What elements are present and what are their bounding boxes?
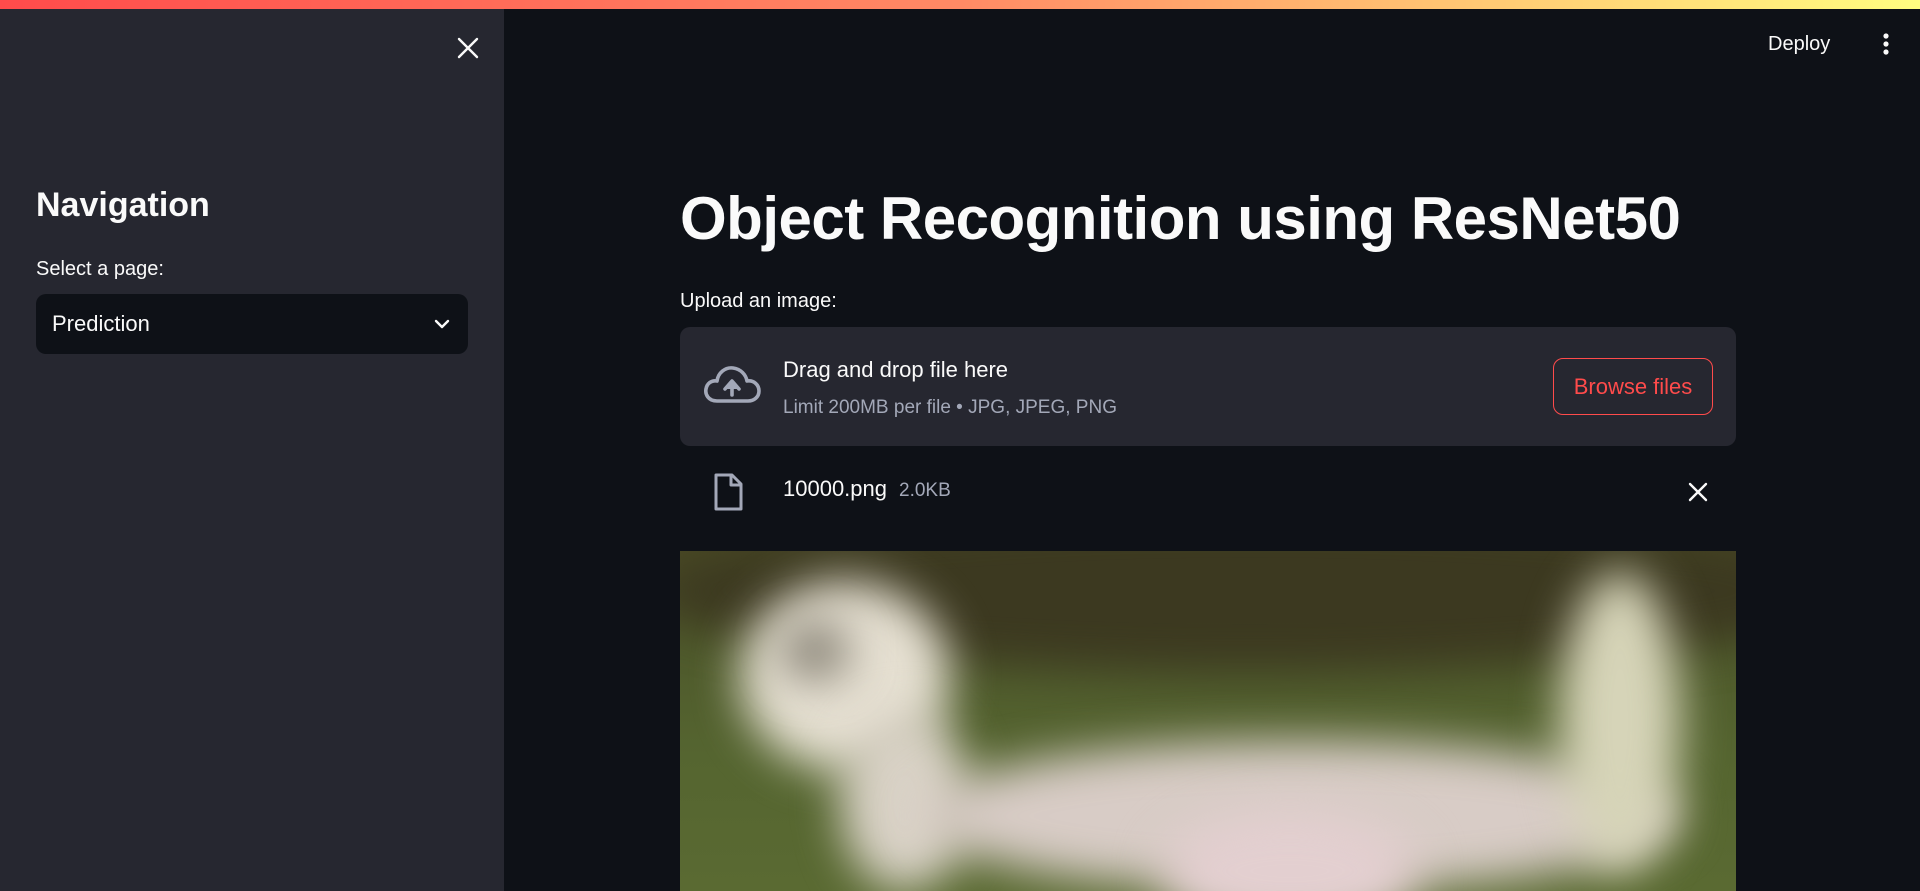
upload-label: Upload an image: [680,290,837,312]
more-vertical-icon [1883,33,1889,55]
uploaded-image-preview [680,551,1736,891]
page-title: Object Recognition using ResNet50 [680,185,1681,252]
remove-file-button[interactable] [1682,476,1714,508]
page-select[interactable]: Prediction [36,294,468,354]
dropzone-limits: Limit 200MB per file • JPG, JPEG, PNG [783,397,1117,418]
page-select-value: Prediction [52,311,150,336]
file-icon [714,473,743,511]
file-name: 10000.png [783,476,887,501]
dropzone-title: Drag and drop file here [783,357,1009,382]
main-menu-button[interactable] [1874,26,1898,62]
uploaded-file-row: 10000.png 2.0KB [680,466,1736,518]
sidebar-title: Navigation [36,186,210,224]
deploy-button[interactable]: Deploy [1768,28,1830,60]
chevron-down-icon [434,319,450,329]
file-size: 2.0KB [899,480,951,501]
sidebar-close-button[interactable] [450,30,486,66]
file-dropzone[interactable]: Drag and drop file here Limit 200MB per … [680,327,1736,446]
top-decoration-bar [0,0,1920,9]
sidebar: Navigation Select a page: Prediction [0,0,504,891]
browse-files-button[interactable]: Browse files [1553,358,1713,415]
close-icon [457,37,479,59]
select-page-label: Select a page: [36,258,164,280]
remove-file-icon [1688,482,1708,502]
cloud-upload-icon [704,366,761,403]
